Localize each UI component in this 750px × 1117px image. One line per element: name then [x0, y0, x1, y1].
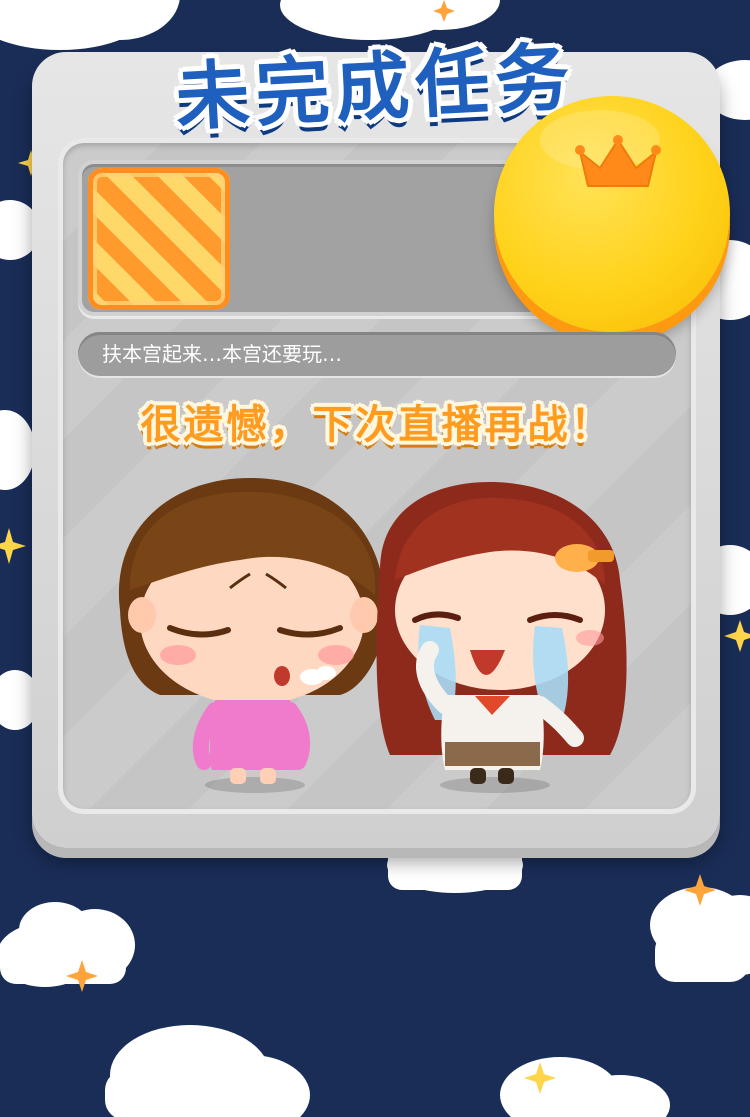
hint-bar: 扶本宫起来…本宫还要玩…	[78, 332, 676, 376]
left-girl-character	[118, 478, 386, 784]
result-message: 很遗憾，下次直播再战！	[140, 402, 614, 448]
result-message-container: 很遗憾，下次直播再战！	[60, 392, 694, 462]
hint-text: 扶本宫起来…本宫还要玩…	[102, 342, 342, 366]
right-girl-character	[376, 482, 627, 784]
sad-characters-illustration	[118, 478, 627, 793]
crown-icon	[575, 135, 661, 187]
mystery-box-icon	[88, 168, 230, 310]
dialog-title: 未完成任务	[173, 34, 578, 142]
